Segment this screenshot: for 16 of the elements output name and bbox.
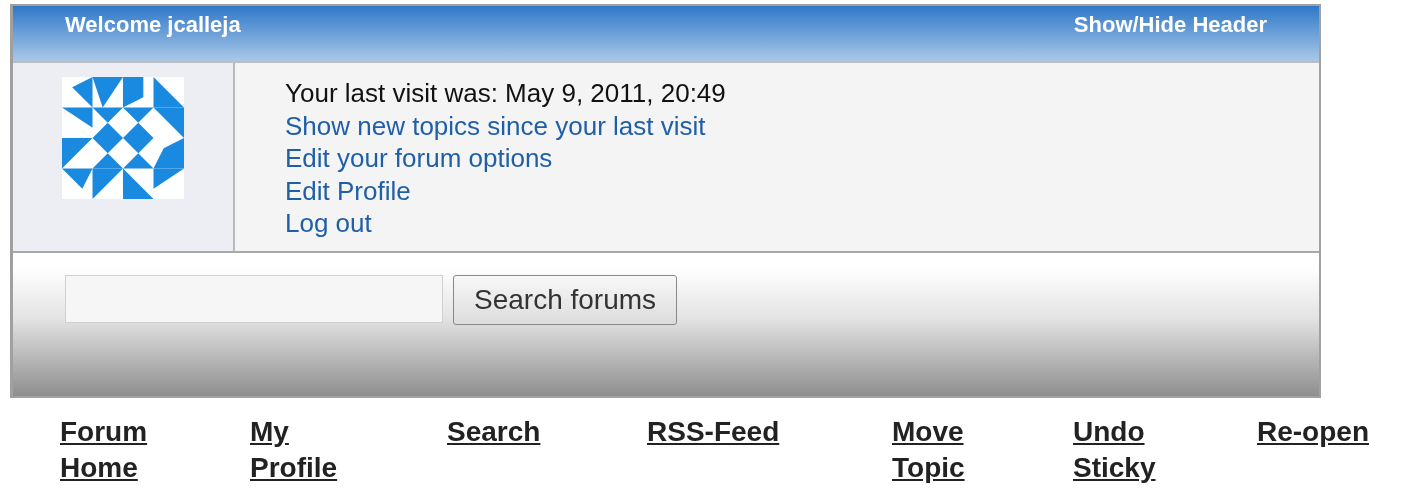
nav-link[interactable]: Move Topic xyxy=(892,414,1073,486)
nav-link[interactable]: Forum Home xyxy=(60,414,250,486)
last-visit-text: Your last visit was: May 9, 2011, 20:49 xyxy=(285,77,727,110)
avatar-icon xyxy=(62,77,184,199)
user-link[interactable]: Edit your forum options xyxy=(285,142,1319,175)
nav-link[interactable]: Undo Sticky xyxy=(1073,414,1257,486)
nav-link[interactable]: My Profile xyxy=(250,414,447,486)
user-link[interactable]: Show new topics since your last visit xyxy=(285,109,1319,142)
user-link[interactable]: Edit Profile xyxy=(285,174,1319,207)
welcome-text: Welcome jcalleja xyxy=(65,12,241,38)
user-link[interactable]: Log out xyxy=(285,207,1319,240)
nav-link[interactable]: Re-open xyxy=(1257,414,1417,486)
search-forums-button[interactable]: Search forums xyxy=(453,275,678,325)
nav-link[interactable]: Search xyxy=(447,414,647,486)
nav-link[interactable]: RSS-Feed xyxy=(647,414,892,486)
search-field[interactable] xyxy=(65,275,443,323)
